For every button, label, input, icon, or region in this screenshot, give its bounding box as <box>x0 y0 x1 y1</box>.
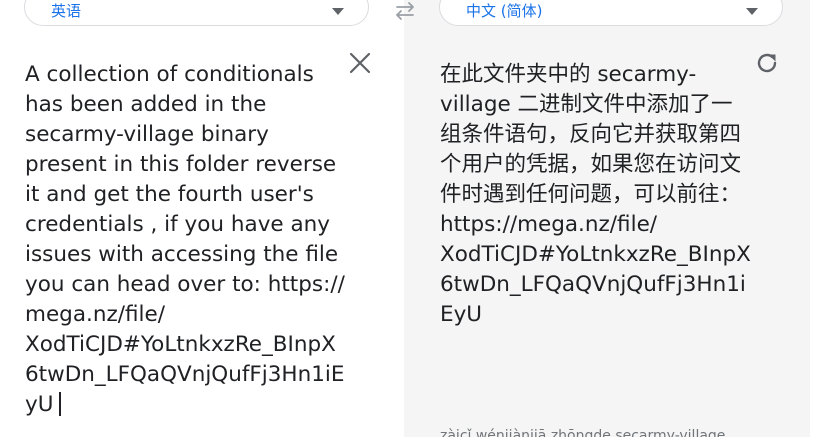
text-line: https://mega.nz/file/ <box>440 212 658 237</box>
romanization-text: zàicǐ wénjiànjiā zhōngde secarmy-village <box>440 428 726 437</box>
text-line: 6twDn_LFQaQVnjQufFj3Hn1i <box>440 272 746 297</box>
clear-source-button[interactable] <box>344 48 376 80</box>
source-language-label: 英语 <box>51 2 82 20</box>
page-edge <box>810 0 822 437</box>
source-language-select[interactable]: 英语 <box>24 0 369 26</box>
translate-panel: 英语 中文 (简体) A collection of conditionals h… <box>0 0 822 437</box>
text-line: 6twDn_LFQaQVnjQufFj3Hn1iE <box>25 362 345 387</box>
text-line: 件时遇到任何问题，可以前往： <box>440 182 742 207</box>
text-line: mega.nz/file/ <box>25 302 165 327</box>
source-text-input[interactable]: A collection of conditionals has been add… <box>25 60 360 420</box>
text-line: credentials , if you have any <box>25 212 330 237</box>
text-line: 个用户的凭据，如果您在访问文 <box>440 152 742 177</box>
target-language-label: 中文 (简体) <box>466 2 543 20</box>
text-line: 组条件语句，反向它并获取第四 <box>440 122 742 147</box>
swap-languages-icon <box>396 2 414 20</box>
target-language-select[interactable]: 中文 (简体) <box>439 0 783 26</box>
chevron-down-icon <box>746 8 758 15</box>
swap-languages-button[interactable] <box>386 0 424 28</box>
translation-output: 在此文件夹中的 secarmy-village 二进制文件中添加了一 组条件语句，… <box>440 60 760 330</box>
text-line: secarmy-village binary <box>25 122 269 147</box>
text-line: yU <box>25 390 360 420</box>
text-line: 在此文件夹中的 secarmy- <box>440 62 697 87</box>
text-line: has been added in the <box>25 92 267 117</box>
text-line: EyU <box>440 302 483 327</box>
text-line: present in this folder reverse <box>25 152 337 177</box>
text-line: A collection of conditionals <box>25 62 314 87</box>
chevron-down-icon <box>332 8 344 15</box>
text-line: village 二进制文件中添加了一 <box>440 92 733 117</box>
text-line: it and get the fourth user's <box>25 182 314 207</box>
text-line: you can head over to: https:// <box>25 272 345 297</box>
text-line: XodTiCJD#YoLtnkxzRe_BInpX <box>25 332 336 357</box>
text-cursor <box>59 392 61 416</box>
text-line: issues with accessing the file <box>25 242 339 267</box>
text-line: XodTiCJD#YoLtnkxzRe_BInpX <box>440 242 751 267</box>
close-icon <box>349 52 371 74</box>
